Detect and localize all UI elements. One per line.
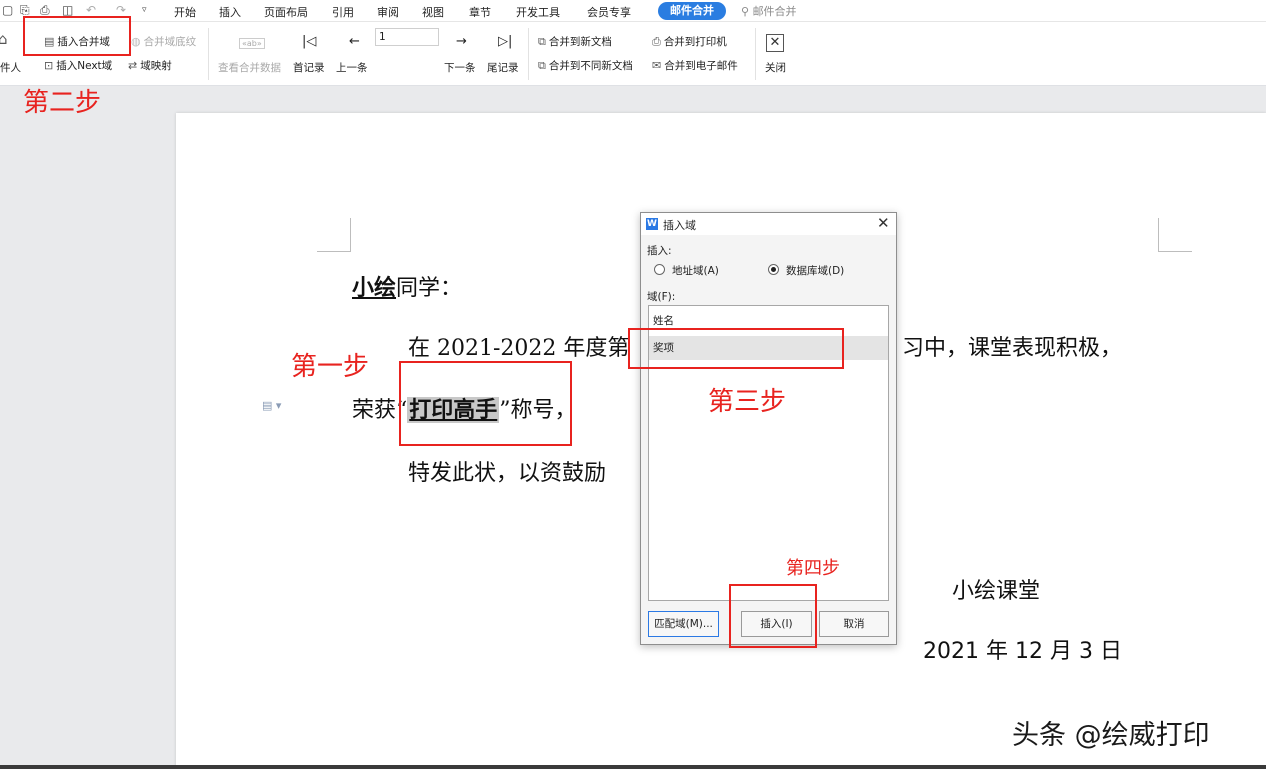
menu-member[interactable]: 会员专享 (587, 4, 631, 20)
menu-home[interactable]: 开始 (174, 4, 196, 20)
next-record-icon[interactable]: → (456, 34, 467, 49)
menu-review[interactable]: 审阅 (377, 4, 399, 20)
menu-view[interactable]: 视图 (422, 4, 444, 20)
name-field[interactable]: 小绘 (352, 275, 396, 301)
step1-highlight-box (399, 361, 572, 446)
insert-next-field-button[interactable]: ⊡ 插入Next域 (44, 58, 112, 73)
menu-mail-merge[interactable]: 邮件合并 (658, 2, 726, 20)
step3-label: 第三步 (708, 387, 787, 417)
step3-highlight-box (628, 328, 844, 369)
salutation-rest: 同学： (396, 276, 463, 301)
next-field-icon: ⊡ (44, 59, 54, 72)
view-merge-data-button[interactable]: 查看合并数据 (218, 60, 281, 75)
shading-icon: ◍ (131, 35, 141, 48)
dialog-titlebar: W 插入域 ✕ (641, 213, 896, 235)
recipient-icon: ⌂ (0, 30, 8, 48)
close-button[interactable]: 关闭 (765, 60, 786, 75)
step2-label: 第二步 (23, 88, 102, 118)
undo-icon[interactable]: ↶ (86, 3, 96, 17)
body-line3: 特发此状，以资鼓励 (408, 461, 607, 486)
ribbon-separator (208, 28, 209, 80)
salutation: 小绘同学： (352, 270, 462, 302)
merge-printer-label: 合并到打印机 (663, 36, 727, 48)
menu-chapter[interactable]: 章节 (469, 4, 491, 20)
ribbon-separator (755, 28, 756, 80)
body-line2-left: 荣获 (352, 398, 397, 423)
preview-icon[interactable]: ◫ (62, 3, 73, 17)
body-line1-left: 在 2021-2022 年度第 (408, 330, 629, 362)
merge-email-label: 合并到电子邮件 (664, 60, 738, 72)
merge-field-shading-label: 合并域底纹 (143, 36, 197, 48)
record-number-input[interactable]: 1 (375, 28, 439, 46)
radio-address-field[interactable] (654, 264, 665, 275)
menu-page-layout[interactable]: 页面布局 (264, 4, 308, 20)
step4-highlight-box (729, 584, 817, 648)
save-icon[interactable]: ▢ (2, 3, 13, 17)
prev-record-button[interactable]: 上一条 (336, 60, 368, 75)
mapping-icon: ⇄ (128, 59, 138, 72)
paragraph-marker-icon[interactable]: ▤ ▾ (262, 399, 281, 412)
menu-bar: ▢ ⎘ ⎙ ◫ ↶ ↷ ▿ 开始 插入 页面布局 引用 审阅 视图 章节 开发工… (0, 0, 1266, 22)
ribbon: ⌂ 件人 ▤ 插入合并域 ◍ 合并域底纹 ⊡ 插入Next域 ⇄ 域映射 «ab» 查看… (0, 22, 1266, 86)
insert-label: 插入: (647, 245, 672, 257)
menu-search-text: 邮件合并 (752, 5, 797, 18)
insert-next-field-label: 插入Next域 (56, 60, 113, 72)
email-icon: ✉ (652, 59, 662, 72)
menu-insert[interactable]: 插入 (219, 4, 241, 20)
date: 2021 年 12 月 3 日 (923, 639, 1122, 664)
printer-icon: ⎙ (652, 35, 661, 48)
wps-writer-icon: W (646, 218, 658, 230)
close-icon[interactable]: ✕ (877, 214, 890, 232)
radio-address-label[interactable]: 地址域(A) (672, 263, 719, 278)
menu-references[interactable]: 引用 (332, 4, 354, 20)
merge-separate-docs-button[interactable]: ⧉ 合并到不同新文档 (538, 58, 633, 73)
body-line1-right: 习中，课堂表现积极， (902, 336, 1123, 361)
view-merge-data-icon: «ab» (239, 38, 265, 49)
step1-label: 第一步 (291, 352, 370, 382)
redo-icon[interactable]: ↷ (116, 3, 126, 17)
new-doc-icon: ⧉ (538, 35, 546, 48)
recipient-button[interactable]: 件人 (0, 60, 21, 75)
field-mapping-label: 域映射 (140, 60, 172, 72)
watermark: 头条 @绘威打印 (1012, 720, 1210, 751)
radio-database-field[interactable] (768, 264, 779, 275)
page-corner-mark (1158, 218, 1192, 252)
app-window: ▢ ⎘ ⎙ ◫ ↶ ↷ ▿ 开始 插入 页面布局 引用 审阅 视图 章节 开发工… (0, 0, 1266, 769)
first-record-icon[interactable]: |◁ (302, 34, 316, 49)
customize-dropdown-icon[interactable]: ▿ (142, 5, 147, 15)
page-corner-mark (317, 218, 351, 252)
last-record-button[interactable]: 尾记录 (487, 60, 519, 75)
next-record-button[interactable]: 下一条 (444, 60, 476, 75)
merge-new-doc-label: 合并到新文档 (548, 36, 612, 48)
last-record-icon[interactable]: ▷| (498, 34, 512, 49)
bottom-edge (0, 765, 1266, 769)
step2-highlight-box (23, 16, 131, 56)
close-icon[interactable]: ✕ (766, 34, 784, 52)
merge-new-doc-button[interactable]: ⧉ 合并到新文档 (538, 34, 612, 49)
step4-label: 第四步 (786, 558, 840, 579)
body-line1-partial: 第 (607, 336, 630, 361)
merge-field-shading-button[interactable]: ◍ 合并域底纹 (131, 34, 196, 49)
separate-docs-icon: ⧉ (538, 59, 546, 72)
menu-developer[interactable]: 开发工具 (516, 4, 560, 20)
fields-label: 域(F): (647, 291, 676, 303)
search-icon: ⚲ (741, 5, 750, 18)
radio-database-label[interactable]: 数据库域(D) (786, 263, 844, 278)
ribbon-separator (528, 28, 529, 80)
signature: 小绘课堂 (952, 579, 1041, 604)
merge-printer-button[interactable]: ⎙ 合并到打印机 (652, 34, 727, 49)
dialog-title: 插入域 (663, 219, 696, 232)
match-fields-button[interactable]: 匹配域(M)... (648, 611, 719, 637)
merge-email-button[interactable]: ✉ 合并到电子邮件 (652, 58, 738, 73)
field-mapping-button[interactable]: ⇄ 域映射 (128, 58, 172, 73)
prev-record-icon[interactable]: ← (349, 34, 360, 49)
insert-field-dialog: W 插入域 ✕ 插入: 地址域(A) 数据库域(D) 域(F): 姓名 奖项 匹… (640, 212, 897, 645)
first-record-button[interactable]: 首记录 (293, 60, 325, 75)
merge-separate-docs-label: 合并到不同新文档 (548, 60, 633, 72)
menu-search[interactable]: ⚲ 邮件合并 (741, 3, 797, 19)
body-line1-text: 在 2021-2022 年度 (408, 336, 608, 361)
cancel-button[interactable]: 取消 (819, 611, 889, 637)
